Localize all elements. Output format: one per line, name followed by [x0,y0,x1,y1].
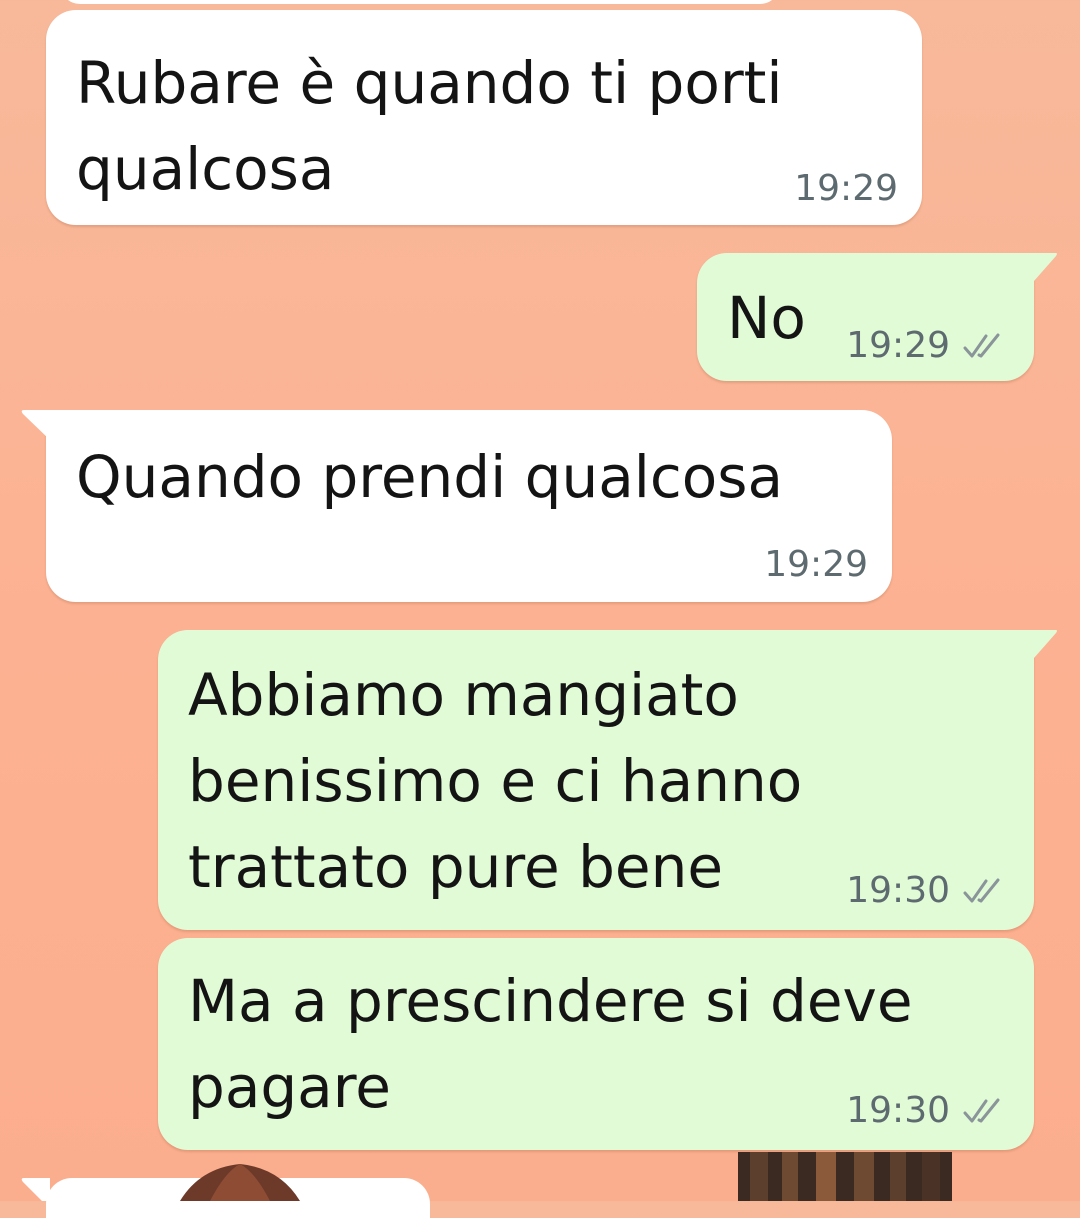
message-meta: 19:30 [846,870,1004,911]
message-time-label: 19:30 [846,1090,950,1131]
message-time-label: 19:30 [846,870,950,911]
message-time: 19:29 [764,544,868,585]
chat-area: Rubare è quando ti porti qualcosa 19:29 … [0,0,1080,1218]
double-check-icon [963,1098,1000,1122]
double-check-icon [963,878,1000,902]
bubble-tail [21,410,50,440]
outgoing-message-bubble[interactable]: No 19:29 [697,253,1034,381]
outgoing-message-bubble[interactable]: Ma a prescindere si deve pagare 19:30 [158,938,1034,1150]
incoming-message-bubble[interactable]: Rubare è quando ti porti qualcosa 19:29 [46,10,922,225]
message-meta: 19:30 [846,1090,1004,1131]
message-time-label: 19:29 [846,325,950,366]
partial-message-bubble-top[interactable] [60,0,780,4]
message-time-label: 19:29 [764,544,868,585]
message-time: 19:29 [794,168,898,209]
bubble-tail [21,1178,50,1201]
message-text: Rubare è quando ti porti qualcosa [76,49,783,203]
wallpaper-balloon-decoration [180,1164,300,1201]
message-time-label: 19:29 [794,168,898,209]
message-text: Quando prendi qualcosa [76,443,784,511]
message-meta: 19:29 [846,325,1004,366]
double-check-icon [963,333,1000,357]
message-text: Abbiamo mangiato benissimo e ci hanno tr… [188,661,803,901]
bubble-tail [1030,630,1057,658]
wallpaper-balloon-decoration [738,1152,952,1201]
incoming-message-bubble[interactable]: Quando prendi qualcosa 19:29 [46,410,892,602]
message-text: No [727,284,806,352]
outgoing-message-bubble[interactable]: Abbiamo mangiato benissimo e ci hanno tr… [158,630,1034,930]
bubble-tail [1030,253,1057,281]
message-text: Ma a prescindere si deve pagare [188,967,913,1121]
